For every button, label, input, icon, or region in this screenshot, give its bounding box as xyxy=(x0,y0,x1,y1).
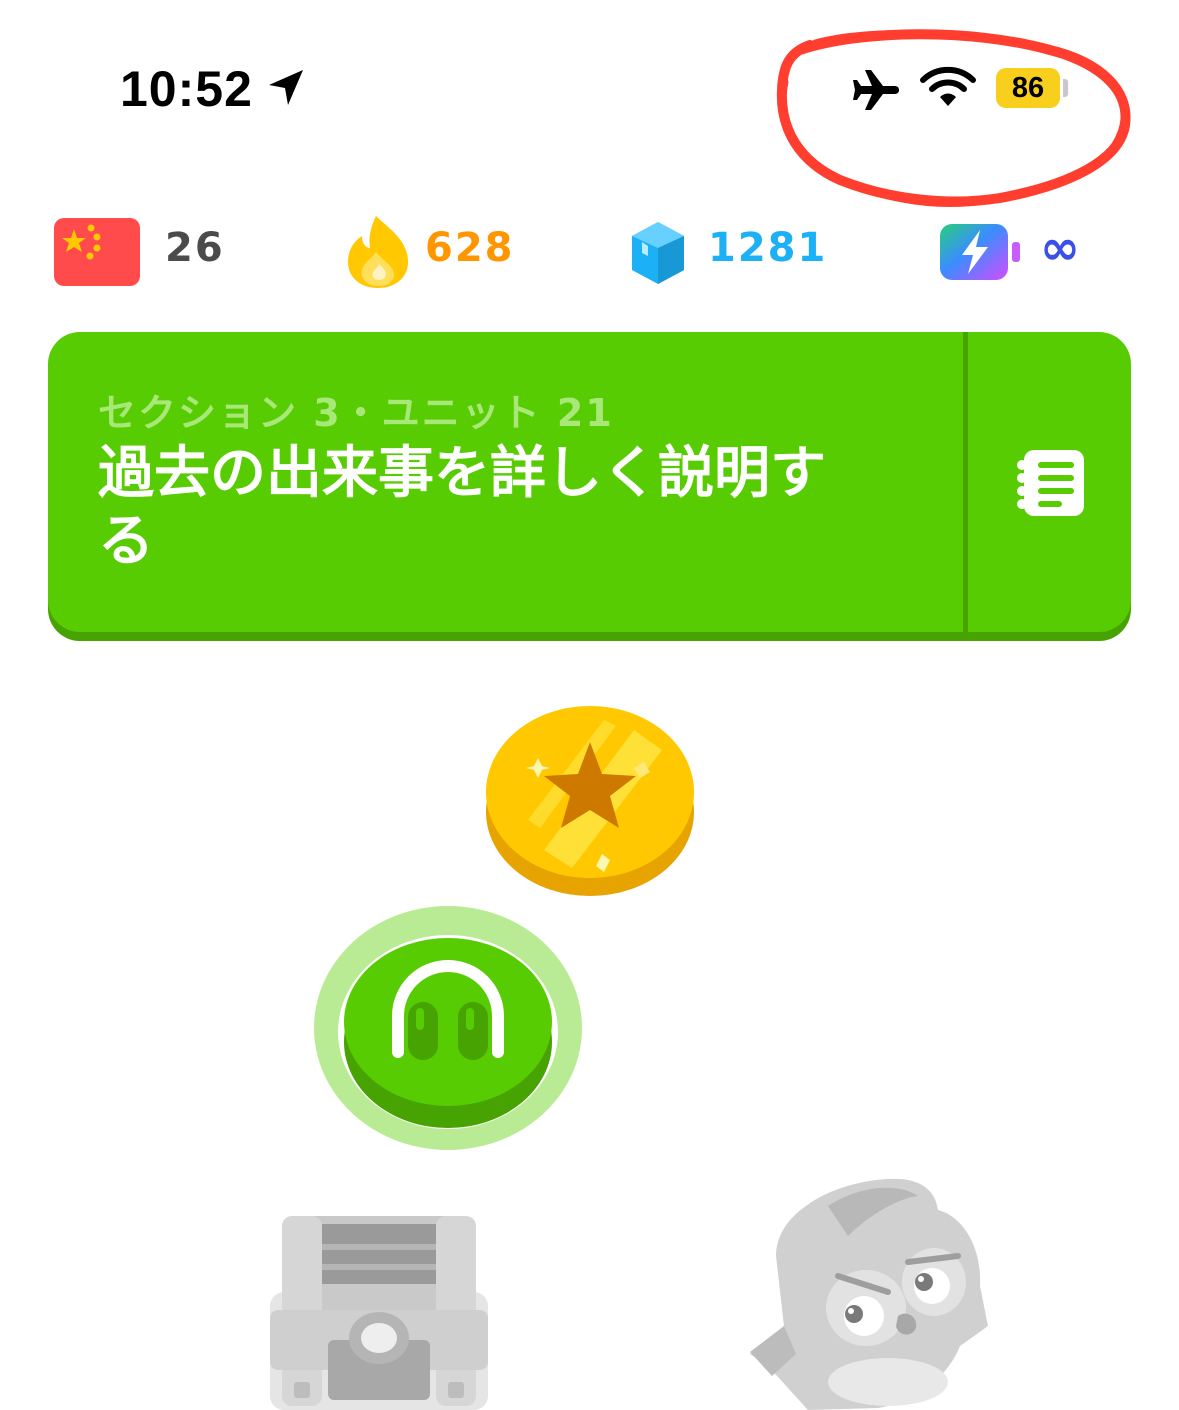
banner-divider xyxy=(963,332,968,632)
star-coin-icon[interactable] xyxy=(484,700,696,900)
china-flag-icon[interactable] xyxy=(54,218,140,286)
guidebook-icon[interactable] xyxy=(1010,448,1088,518)
location-arrow-icon xyxy=(269,70,303,105)
streak-count[interactable]: 628 xyxy=(425,225,515,271)
treasure-chest-icon[interactable] xyxy=(268,1214,490,1410)
gem-icon[interactable] xyxy=(630,220,686,286)
energy-battery-icon[interactable] xyxy=(940,224,1022,280)
course-count[interactable]: 26 xyxy=(165,225,225,271)
unit-section-label: セクション 3・ユニット 21 xyxy=(98,391,614,435)
gem-count[interactable]: 1281 xyxy=(708,225,827,271)
lesson-headphones-button[interactable] xyxy=(312,904,584,1152)
unit-title: 過去の出来事を詳しく説明する xyxy=(98,441,826,574)
status-time: 10:52 xyxy=(120,61,253,117)
energy-value[interactable]: ∞ xyxy=(1040,220,1082,276)
annotation-circle xyxy=(776,29,1131,207)
mascot-icon xyxy=(750,1178,988,1410)
streak-flame-icon[interactable] xyxy=(346,214,410,290)
